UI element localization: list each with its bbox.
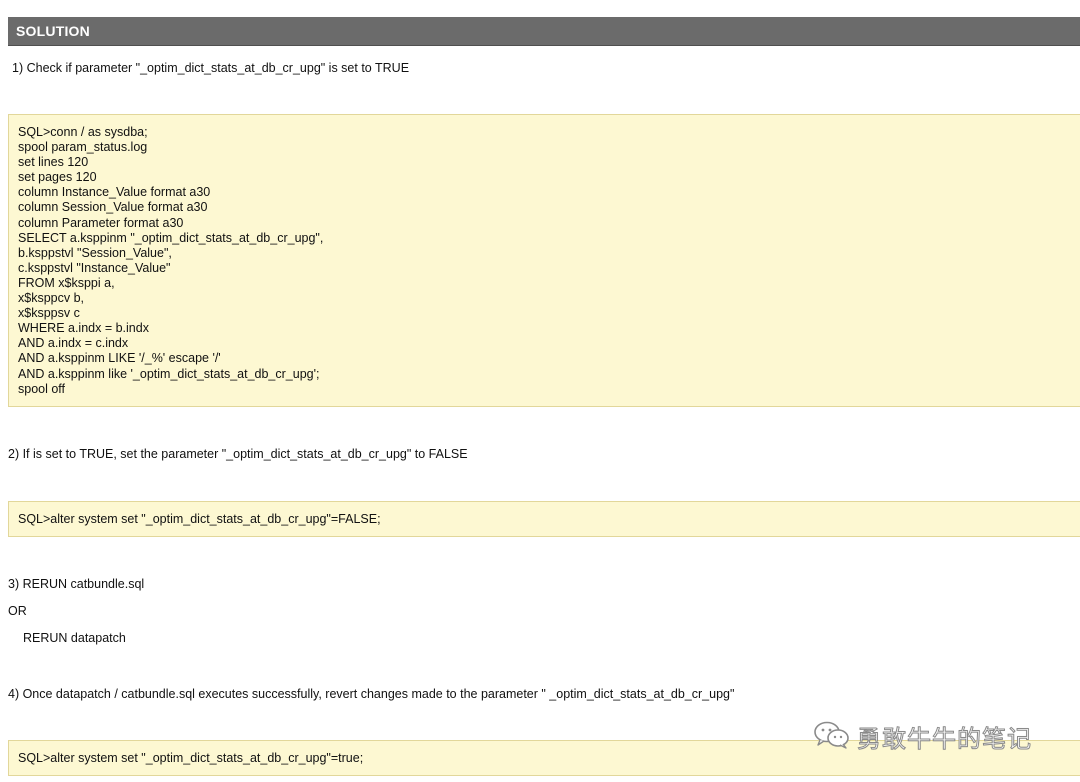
code-line: SQL>conn / as sysdba; bbox=[18, 125, 148, 139]
code-line: c.ksppstvl "Instance_Value" bbox=[18, 260, 171, 275]
check-query-code-block: SQL>conn / as sysdba; spool param_status.… bbox=[8, 114, 1080, 407]
step-3-text: 3) RERUN catbundle.sql bbox=[8, 577, 145, 591]
code-line: column Instance_Value format a30 bbox=[18, 185, 211, 200]
code-line: set lines 120 bbox=[18, 155, 89, 170]
code-line: FROM x$ksppi a, bbox=[18, 275, 115, 290]
code-line: x$ksppcv b, bbox=[18, 291, 85, 306]
code-line: spool off bbox=[18, 381, 66, 396]
code-line: column Session_Value format a30 bbox=[18, 200, 208, 215]
wechat-watermark: 勇敢牛牛的笔记 bbox=[812, 720, 1032, 753]
or-text: OR bbox=[8, 604, 27, 618]
step-2-text: 2) If is set to TRUE, set the parameter … bbox=[8, 447, 468, 461]
code-line: SELECT a.ksppinm "_optim_dict_stats_at_d… bbox=[18, 230, 324, 245]
code-line: set pages 120 bbox=[18, 170, 97, 185]
step-3b-text: RERUN datapatch bbox=[23, 631, 126, 645]
code-line: AND a.ksppinm like '_optim_dict_stats_at… bbox=[18, 366, 320, 381]
code-line: AND a.indx = c.indx bbox=[18, 336, 129, 351]
code-line: column Parameter format a30 bbox=[18, 215, 184, 230]
code-line: spool param_status.log bbox=[18, 140, 148, 155]
solution-header: SOLUTION bbox=[8, 17, 1080, 46]
step-4-text: 4) Once datapatch / catbundle.sql execut… bbox=[8, 687, 735, 701]
set-true-command: SQL>alter system set "_optim_dict_stats_… bbox=[18, 751, 364, 765]
code-line: AND a.ksppinm LIKE '/_%' escape '/' bbox=[18, 351, 221, 366]
step-1-text: 1) Check if parameter "_optim_dict_stats… bbox=[12, 61, 410, 75]
watermark-text: 勇敢牛牛的笔记 bbox=[857, 724, 1032, 753]
section-title: SOLUTION bbox=[16, 23, 90, 39]
set-false-code-block: SQL>alter system set "_optim_dict_stats_… bbox=[8, 501, 1080, 537]
code-line: WHERE a.indx = b.indx bbox=[18, 321, 149, 336]
set-false-command: SQL>alter system set "_optim_dict_stats_… bbox=[18, 512, 381, 526]
code-line: b.ksppstvl "Session_Value", bbox=[18, 245, 172, 260]
check-query-lines: SQL>conn / as sysdba; spool param_status.… bbox=[18, 125, 323, 397]
code-line: x$ksppsv c bbox=[18, 306, 80, 321]
wechat-icon bbox=[812, 720, 852, 753]
